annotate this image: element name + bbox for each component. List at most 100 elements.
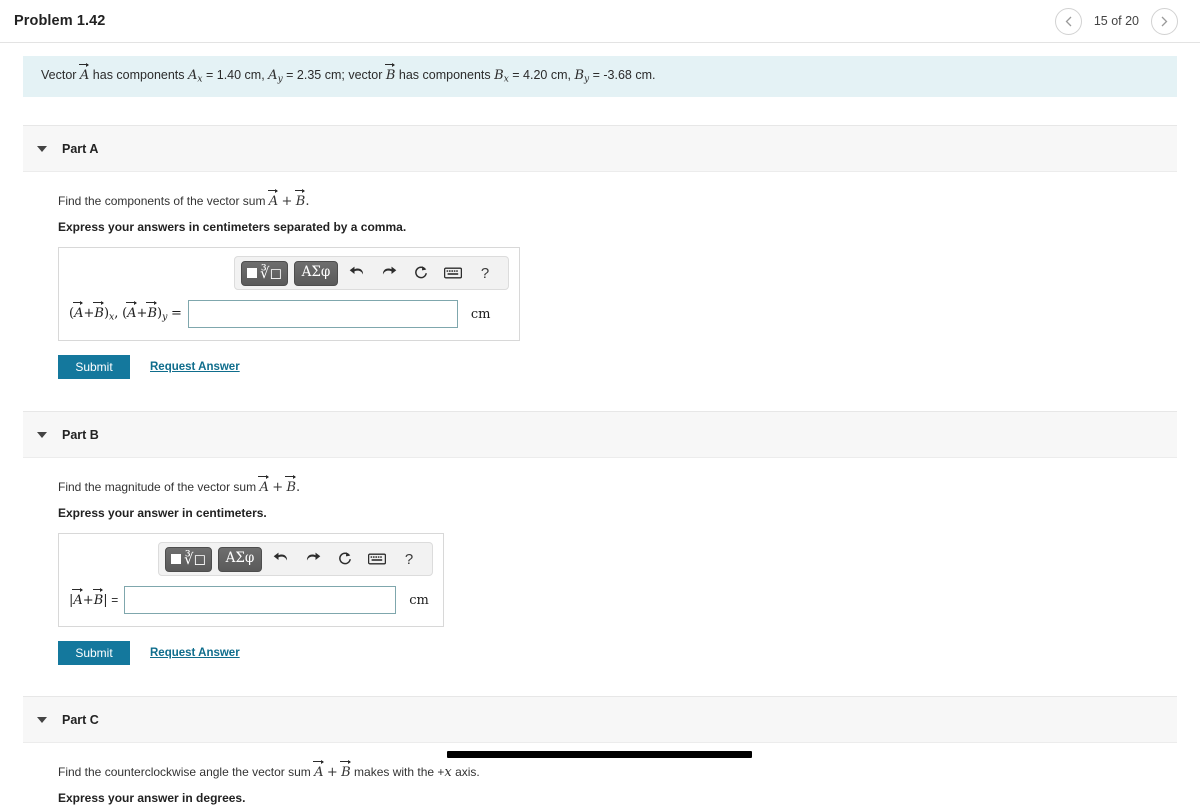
part-b-formula-label: |A+B| = — [69, 588, 124, 608]
part-b-submit-row: Submit Request Answer — [58, 641, 1200, 665]
help-button[interactable]: ? — [397, 547, 421, 571]
part-b-request-answer-link[interactable]: Request Answer — [150, 647, 240, 659]
keyboard-icon — [444, 267, 462, 279]
chevron-right-icon — [1161, 16, 1168, 26]
redo-arrow-icon — [382, 266, 397, 275]
part-b-toolbar-row: ∛◻ ΑΣφ ? — [69, 542, 433, 576]
part-c-header[interactable]: Part C — [23, 696, 1177, 743]
problem-counter: 15 of 20 — [1093, 14, 1139, 28]
part-c-vector-a: A — [313, 760, 324, 780]
part-a-submit-button[interactable]: Submit — [58, 355, 130, 379]
reset-button[interactable] — [333, 547, 357, 571]
part-a-unit-label: cm — [470, 306, 491, 322]
formula-b-vector-a: A — [72, 588, 84, 608]
part-b-label: Part B — [62, 427, 99, 442]
statement-text: Vector A has components Ax = 1.40 cm, Ay… — [41, 63, 655, 85]
greek-letters-label: ΑΣφ — [225, 550, 255, 567]
part-a-prompt-lead: Find the components of the vector sum — [58, 194, 266, 208]
prev-problem-button[interactable] — [1054, 7, 1082, 35]
statement-mid-2: has components — [398, 68, 491, 83]
part-b-plus: + — [272, 480, 284, 495]
greek-letters-label: ΑΣφ — [301, 264, 331, 281]
ay-value: = 2.35 cm; vector — [286, 68, 383, 83]
ay-symbol: A — [268, 68, 278, 84]
statement-mid-1: has components — [92, 68, 185, 83]
bx-symbol: B — [494, 68, 504, 84]
formula-plus-1: + — [83, 306, 95, 322]
square-box-icon — [170, 554, 181, 564]
part-a-answer-input[interactable] — [187, 300, 458, 328]
part-a-vector-a: A — [267, 189, 279, 209]
next-problem-button[interactable] — [1151, 7, 1178, 35]
part-a-toolbar-row: ∛◻ ΑΣφ ? — [69, 256, 509, 290]
collapse-caret-icon[interactable] — [37, 716, 47, 723]
formula-comma: , — [114, 306, 119, 322]
bx-subscript: x — [503, 74, 509, 85]
help-button[interactable]: ? — [473, 261, 497, 285]
part-a-header[interactable]: Part A — [23, 125, 1177, 172]
part-b-answer-card: ∛◻ ΑΣφ ? |A+B| = cm — [58, 533, 444, 627]
part-b-body: Find the magnitude of the vector sum A +… — [0, 475, 1200, 665]
greek-symbols-button[interactable]: ΑΣφ — [218, 546, 262, 572]
part-c-prompt-lead: Find the counterclockwise angle the vect… — [58, 765, 311, 779]
undo-button[interactable] — [345, 261, 369, 285]
formula-b-plus: + — [82, 593, 94, 608]
part-a-instruction: Express your answers in centimeters sepa… — [58, 220, 407, 234]
part-b-math-toolbar: ∛◻ ΑΣφ ? — [157, 542, 433, 576]
part-c-prompt-tail: makes with the + — [354, 765, 445, 779]
collapse-caret-icon[interactable] — [37, 431, 47, 438]
ax-value: = 1.40 cm, — [205, 68, 265, 83]
by-symbol: B — [574, 68, 585, 84]
undo-button[interactable] — [269, 547, 293, 571]
part-a-body: Find the components of the vector sum A … — [0, 189, 1200, 379]
part-b-unit-label: cm — [409, 592, 429, 608]
part-b-header[interactable]: Part B — [23, 411, 1177, 458]
reset-button[interactable] — [409, 261, 433, 285]
collapse-caret-icon[interactable] — [37, 145, 47, 152]
ay-subscript: y — [277, 74, 283, 85]
part-a-answer-card: ∛◻ ΑΣφ ? (A+B)x, (A+B)y = cm — [58, 247, 520, 341]
part-c-prompt-end: axis. — [455, 765, 480, 779]
part-b-input-row: |A+B| = cm — [69, 586, 433, 614]
part-a-period: . — [305, 194, 310, 209]
part-b-prompt: Find the magnitude of the vector sum A +… — [58, 475, 1200, 495]
horizontal-scrollbar-thumb[interactable] — [447, 751, 752, 758]
formula-b-vector-1: B — [93, 301, 104, 322]
square-box-icon — [246, 268, 257, 278]
abs-bar-close: | — [103, 593, 108, 608]
part-b-period: . — [296, 480, 301, 495]
formula-equals-a: = — [170, 306, 182, 322]
redo-button[interactable] — [301, 547, 325, 571]
page-title: Problem 1.42 — [14, 13, 106, 29]
redo-button[interactable] — [377, 261, 401, 285]
part-b-instruction: Express your answer in centimeters. — [58, 506, 267, 520]
part-a-submit-row: Submit Request Answer — [58, 355, 1200, 379]
part-b-vector-b: B — [285, 475, 296, 495]
formula-b-vector-2: B — [146, 301, 157, 322]
part-c-prompt: Find the counterclockwise angle the vect… — [58, 760, 1200, 780]
part-b-prompt-lead: Find the magnitude of the vector sum — [58, 480, 257, 494]
part-a-request-answer-link[interactable]: Request Answer — [150, 361, 240, 373]
part-c-axis-symbol: x — [444, 765, 452, 780]
keyboard-button[interactable] — [365, 547, 389, 571]
undo-arrow-icon — [349, 266, 364, 275]
problem-pager: 15 of 20 — [1054, 7, 1178, 35]
part-c-body: Find the counterclockwise angle the vect… — [0, 760, 1200, 805]
by-subscript: y — [584, 74, 590, 85]
part-a-formula-label: (A+B)x, (A+B)y = — [69, 301, 188, 323]
greek-symbols-button[interactable]: ΑΣφ — [294, 260, 338, 286]
part-c-plus: + — [326, 765, 338, 780]
part-b-answer-input[interactable] — [124, 586, 397, 614]
math-template-button[interactable]: ∛◻ — [240, 260, 288, 286]
part-b-submit-button[interactable]: Submit — [58, 641, 130, 665]
part-a-vector-b: B — [294, 189, 306, 209]
part-c-vector-b: B — [340, 760, 351, 780]
vector-a-symbol: A — [78, 63, 90, 84]
formula-sub-y: y — [162, 311, 168, 323]
part-c-instruction: Express your answer in degrees. — [58, 791, 246, 805]
math-template-button[interactable]: ∛◻ — [164, 546, 212, 572]
statement-lead: Vector — [41, 68, 77, 83]
undo-arrow-icon — [273, 552, 288, 561]
keyboard-button[interactable] — [441, 261, 465, 285]
part-a-label: Part A — [62, 141, 99, 156]
